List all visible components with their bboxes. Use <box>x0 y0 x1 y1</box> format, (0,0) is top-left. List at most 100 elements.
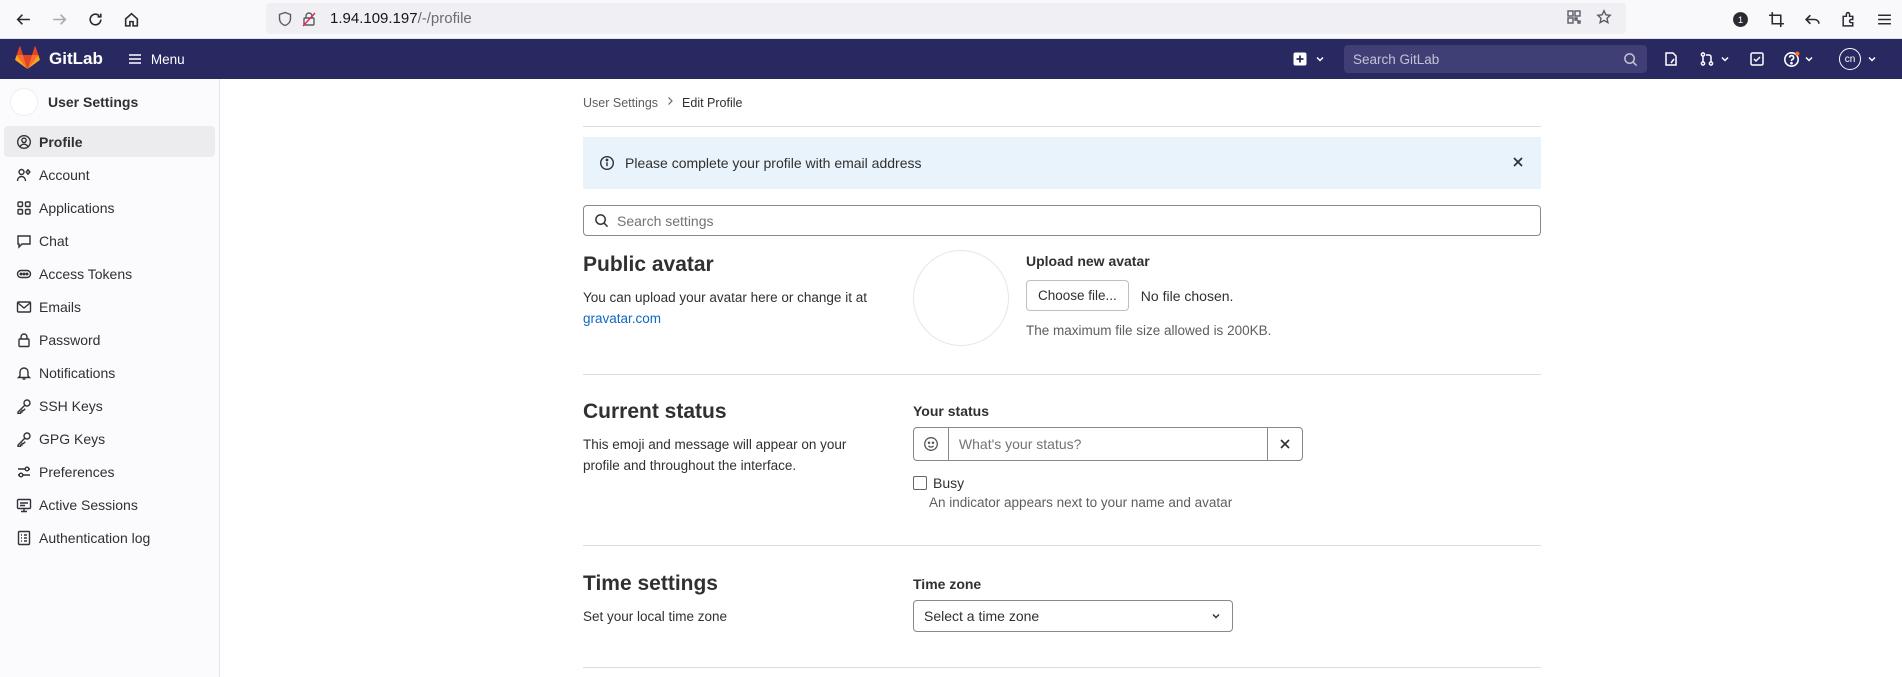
search-icon <box>1624 52 1638 66</box>
current-status-section: Current status This emoji and message wi… <box>583 375 1541 546</box>
screenshot-crop-icon[interactable] <box>1758 2 1794 38</box>
insecure-lock-icon[interactable] <box>298 11 320 27</box>
merge-requests-button[interactable] <box>1699 51 1731 67</box>
shield-icon[interactable] <box>274 11 296 27</box>
sidebar-item-applications[interactable]: Applications <box>4 192 215 223</box>
mail-icon <box>16 300 32 313</box>
account-icon <box>16 168 31 181</box>
sidebar-item-gpg-keys[interactable]: GPG Keys <box>4 423 215 454</box>
hamburger-menu-icon[interactable] <box>1866 2 1902 38</box>
breadcrumb-edit-profile[interactable]: Edit Profile <box>682 96 742 110</box>
close-icon <box>1280 439 1290 449</box>
choose-file-button[interactable]: Choose file... <box>1026 280 1129 311</box>
home-icon[interactable] <box>113 1 149 37</box>
sidebar-item-chat[interactable]: Chat <box>4 225 215 256</box>
sidebar-item-label: SSH Keys <box>39 397 103 414</box>
token-icon <box>16 269 32 278</box>
sidebar-item-label: Notifications <box>39 364 116 381</box>
settings-sidebar: User Settings Profile Account Applicatio… <box>0 79 220 677</box>
sidebar-item-profile[interactable]: Profile <box>4 126 215 157</box>
gravatar-link[interactable]: gravatar.com <box>583 311 661 326</box>
sidebar-item-access-tokens[interactable]: Access Tokens <box>4 258 215 289</box>
comment-icon <box>17 234 31 249</box>
browser-toolbar: 1.94.109.197/-/profile 1 <box>0 0 1902 39</box>
bookmark-star-icon[interactable] <box>1596 9 1612 28</box>
sidebar-item-password[interactable]: Password <box>4 324 215 355</box>
close-icon[interactable] <box>1511 155 1525 172</box>
extension-badge-icon[interactable]: 1 <box>1722 2 1758 38</box>
key-icon <box>17 431 31 447</box>
back-arrow-icon[interactable] <box>5 1 41 37</box>
forward-arrow-icon[interactable] <box>41 1 77 37</box>
menu-button[interactable]: Menu <box>127 51 185 67</box>
new-dropdown-button[interactable] <box>1292 51 1326 67</box>
info-icon <box>599 155 615 171</box>
todo-checkbox-icon <box>1750 52 1764 66</box>
undo-icon[interactable] <box>1794 2 1830 38</box>
svg-text:1: 1 <box>1737 15 1742 26</box>
settings-search-input[interactable] <box>617 212 1530 229</box>
chevron-down-icon <box>1212 614 1220 619</box>
section-description: Set your local time zone <box>583 609 728 624</box>
section-description: You can upload your avatar here or chang… <box>583 290 867 326</box>
reload-icon[interactable] <box>77 1 113 37</box>
sidebar-item-label: Applications <box>39 199 115 216</box>
merge-request-icon <box>1700 52 1714 66</box>
busy-checkbox[interactable] <box>913 476 927 490</box>
help-button[interactable] <box>1783 51 1815 68</box>
sidebar-item-ssh-keys[interactable]: SSH Keys <box>4 390 215 421</box>
avatar-preview <box>913 250 1009 346</box>
gitlab-top-bar: GitLab Menu cn <box>0 39 1902 79</box>
sidebar-item-account[interactable]: Account <box>4 159 215 190</box>
gitlab-logo-text: GitLab <box>49 49 103 68</box>
log-icon <box>17 530 31 545</box>
time-zone-label: Time zone <box>913 576 982 592</box>
extensions-puzzle-icon[interactable] <box>1830 2 1866 38</box>
search-gitlab-box[interactable] <box>1344 45 1647 73</box>
help-question-icon <box>1784 51 1800 67</box>
qr-code-icon[interactable] <box>1566 9 1582 28</box>
gitlab-home-link[interactable]: GitLab <box>15 45 103 73</box>
busy-label: Busy <box>933 475 965 491</box>
time-zone-value: Select a time zone <box>924 608 1040 624</box>
sidebar-item-active-sessions[interactable]: Active Sessions <box>4 489 215 520</box>
status-input-group <box>913 427 1303 461</box>
key-icon <box>17 398 31 414</box>
time-zone-select[interactable]: Select a time zone <box>913 600 1233 632</box>
url-text[interactable]: 1.94.109.197/-/profile <box>330 10 472 27</box>
sidebar-item-authentication-log[interactable]: Authentication log <box>4 522 215 553</box>
sidebar-title: User Settings <box>48 94 139 110</box>
search-gitlab-input[interactable] <box>1353 51 1623 67</box>
sidebar-item-notifications[interactable]: Notifications <box>4 357 215 388</box>
max-size-hint: The maximum file size allowed is 200KB. <box>1026 323 1272 338</box>
preferences-icon <box>18 466 30 477</box>
sidebar-item-preferences[interactable]: Preferences <box>4 456 215 487</box>
sidebar-item-label: Profile <box>39 133 83 150</box>
user-icon <box>16 134 32 149</box>
settings-search-box[interactable] <box>583 205 1541 236</box>
url-bar[interactable]: 1.94.109.197/-/profile <box>266 3 1626 34</box>
main-content: User Settings Edit Profile Please comple… <box>583 79 1541 668</box>
profile-alert: Please complete your profile with email … <box>583 137 1541 189</box>
time-settings-section: Time settings Set your local time zone T… <box>583 546 1541 668</box>
issues-button[interactable] <box>1663 51 1679 67</box>
sidebar-item-label: Active Sessions <box>39 496 138 513</box>
chevron-down-icon <box>1805 56 1813 62</box>
upload-avatar-label: Upload new avatar <box>1026 253 1150 269</box>
busy-checkbox-row[interactable]: Busy <box>913 475 1541 491</box>
status-message-input[interactable] <box>948 427 1268 461</box>
clear-status-button[interactable] <box>1267 427 1303 461</box>
todos-button[interactable] <box>1749 51 1765 67</box>
breadcrumb: User Settings Edit Profile <box>583 79 1541 127</box>
breadcrumb-user-settings[interactable]: User Settings <box>583 96 658 110</box>
sidebar-item-label: Preferences <box>39 463 115 480</box>
user-menu-button[interactable]: cn <box>1839 48 1878 70</box>
avatar: cn <box>1839 48 1861 70</box>
emoji-picker-button[interactable] <box>913 427 949 461</box>
section-title: Current status <box>583 400 727 423</box>
alert-message: Please complete your profile with email … <box>625 155 922 171</box>
sidebar-item-label: Access Tokens <box>39 265 133 282</box>
sidebar-header[interactable]: User Settings <box>0 79 219 125</box>
menu-label: Menu <box>150 51 185 67</box>
sidebar-item-emails[interactable]: Emails <box>4 291 215 322</box>
